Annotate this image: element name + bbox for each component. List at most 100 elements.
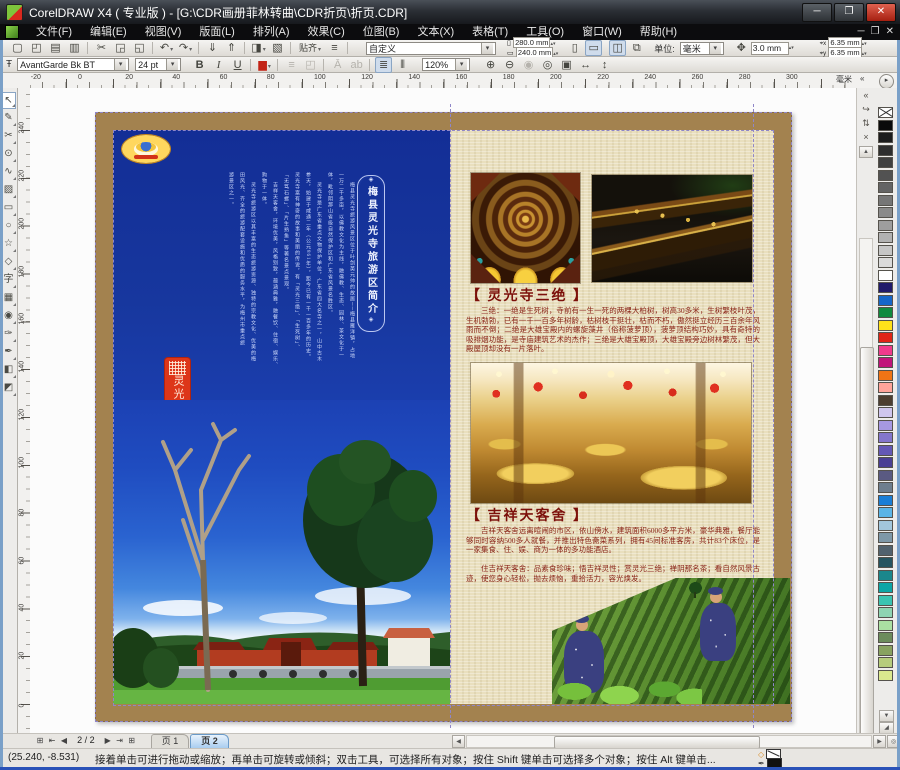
vertical-scrollbar-thumb[interactable] [860, 347, 874, 770]
mdi-restore-button[interactable]: ❐ [871, 26, 880, 37]
menu-item[interactable]: 排列(A) [244, 24, 299, 40]
color-swatch[interactable] [878, 257, 893, 268]
underline-icon[interactable]: U [229, 57, 246, 73]
duplicate-x-field[interactable]: 6.35 mm [828, 37, 861, 48]
add-page-icon[interactable]: ⊞ [34, 734, 46, 747]
color-swatch[interactable] [878, 645, 893, 656]
color-swatch[interactable] [878, 282, 893, 293]
cut-icon[interactable]: ✂ [93, 40, 110, 56]
duplicate-y-field[interactable]: 6.35 mm [828, 47, 861, 58]
font-combo[interactable]: AvantGarde Bk BT▾ [17, 58, 129, 71]
maximize-button[interactable]: ❐ [834, 3, 864, 22]
temple-landscape-photo[interactable] [113, 400, 450, 704]
zoom-preset-combo[interactable]: 自定义▾ [366, 42, 496, 55]
menu-item[interactable]: 文本(X) [408, 24, 463, 40]
first-page-icon[interactable]: ⇤ [46, 734, 58, 747]
close-docker-icon[interactable]: × [859, 131, 873, 144]
ellipse-tool[interactable]: ○ [1, 218, 16, 235]
color-swatch[interactable] [878, 145, 893, 156]
menu-item[interactable]: 效果(C) [299, 24, 354, 40]
section2-heading[interactable]: 【 吉祥天客舍 】 [466, 505, 766, 525]
color-swatch[interactable] [878, 107, 893, 118]
color-swatch[interactable] [878, 170, 893, 181]
docker-flyout-icon[interactable]: ↪ [859, 103, 873, 116]
menu-item[interactable]: 位图(B) [354, 24, 409, 40]
color-swatch[interactable] [878, 320, 893, 331]
page-tab[interactable]: 页 2 [190, 734, 229, 748]
scroll-up-arrow[interactable]: ▲ [859, 146, 873, 158]
color-swatch[interactable] [878, 295, 893, 306]
paper-width-field[interactable]: 280.0 mm [513, 37, 550, 48]
color-swatch[interactable] [878, 207, 893, 218]
color-swatch[interactable] [878, 520, 893, 531]
color-swatch[interactable] [878, 132, 893, 143]
bold-icon[interactable]: B [191, 57, 208, 73]
color-swatch[interactable] [878, 270, 893, 281]
rectangle-tool[interactable]: ▭ [1, 200, 16, 217]
polygon-tool[interactable]: ☆ [1, 236, 16, 253]
units-combo[interactable]: 毫米▾ [680, 42, 724, 55]
color-swatch[interactable] [878, 357, 893, 368]
next-page-icon[interactable]: ▶ [102, 734, 114, 747]
zoom-page-icon[interactable]: ▣ [558, 57, 575, 73]
table-tool[interactable]: ▦ [1, 290, 16, 307]
temple-logo[interactable] [122, 135, 170, 163]
zoom-tool[interactable]: ⊙ [1, 146, 16, 163]
zoom-width-icon[interactable]: ↔ [577, 57, 594, 73]
new-icon[interactable]: ▢ [9, 40, 26, 56]
eyedropper-tool[interactable]: ✑ [1, 326, 16, 343]
color-swatch[interactable] [878, 332, 893, 343]
restaurant-photo[interactable] [471, 363, 751, 503]
page-tab[interactable]: 页 1 [151, 734, 190, 748]
zoom-in-icon[interactable]: ⊕ [482, 57, 499, 73]
section1-heading[interactable]: 【 灵光寺三绝 】 [466, 285, 766, 305]
color-swatch[interactable] [878, 582, 893, 593]
section1-paragraph[interactable]: 三绝：一绝是生死树，寺前有一生一死的两棵大柏树，树高30多米，生树繁枝叶茂，生机… [466, 306, 760, 354]
color-swatch[interactable] [878, 420, 893, 431]
crop-tool[interactable]: ✂ [1, 128, 16, 145]
color-swatch[interactable] [878, 245, 893, 256]
collapse-dockers-icon[interactable]: « [859, 89, 873, 102]
duplicate-x-spinner[interactable]: ▴▾ [862, 41, 867, 47]
zoom-level-combo[interactable]: 120%▾ [422, 58, 470, 71]
italic-icon[interactable]: I [210, 57, 227, 73]
color-swatch[interactable] [878, 457, 893, 468]
scroll-left-arrow[interactable]: ◀ [452, 735, 465, 748]
edit-text-icon[interactable]: ab [348, 57, 365, 73]
docker-scroll-icon[interactable]: ⇅ [859, 117, 873, 130]
undo-icon[interactable]: ↶ [158, 40, 175, 56]
zoom-selected-icon[interactable]: ◎ [539, 57, 556, 73]
color-swatch[interactable] [878, 220, 893, 231]
vertical-scrollbar[interactable] [859, 238, 873, 770]
options-icon[interactable]: ≡ [326, 40, 343, 56]
nudge-field[interactable]: 3.0 mm [751, 42, 789, 55]
vertical-text-icon[interactable]: ⫴ [394, 57, 411, 73]
color-swatch[interactable] [878, 395, 893, 406]
zoom-actual-icon[interactable]: ◉ [520, 57, 537, 73]
color-swatch[interactable] [878, 557, 893, 568]
color-swatch[interactable] [878, 370, 893, 381]
app-launcher-icon[interactable]: ◨ [250, 40, 267, 56]
color-swatch[interactable] [878, 382, 893, 393]
color-swatch[interactable] [878, 570, 893, 581]
export-icon[interactable]: ⇑ [223, 40, 240, 56]
color-swatch[interactable] [878, 470, 893, 481]
horizontal-ruler[interactable]: -200204060801001201401601802002202402602… [0, 73, 900, 89]
snap-to-dropdown[interactable]: 贴齐 [296, 40, 324, 56]
menu-item[interactable]: 帮助(H) [631, 24, 686, 40]
color-swatch[interactable] [878, 632, 893, 643]
color-swatch[interactable] [878, 495, 893, 506]
character-formatting-icon[interactable]: Ā [329, 57, 346, 73]
scroll-right-arrow[interactable]: ▶ [873, 735, 886, 748]
horizontal-text-icon[interactable]: ≣ [375, 57, 392, 73]
paste-icon[interactable]: ◱ [131, 40, 148, 56]
temple-ceiling-photo[interactable] [471, 173, 580, 283]
drawing-canvas[interactable]: 梅县灵光寺旅游风景区位于叶剑英元帅的故居──梅县雁洋镇，占地一万二千多亩，以佛教… [30, 88, 856, 733]
pick-tool[interactable]: ↖ [1, 92, 16, 109]
facing-pages-icon[interactable]: ⧉ [628, 40, 645, 56]
font-size-combo[interactable]: 24 pt▾ [135, 58, 181, 71]
color-swatch[interactable] [878, 120, 893, 131]
color-swatch[interactable] [878, 407, 893, 418]
all-pages-icon[interactable]: ◫ [609, 40, 626, 56]
color-swatch[interactable] [878, 307, 893, 318]
